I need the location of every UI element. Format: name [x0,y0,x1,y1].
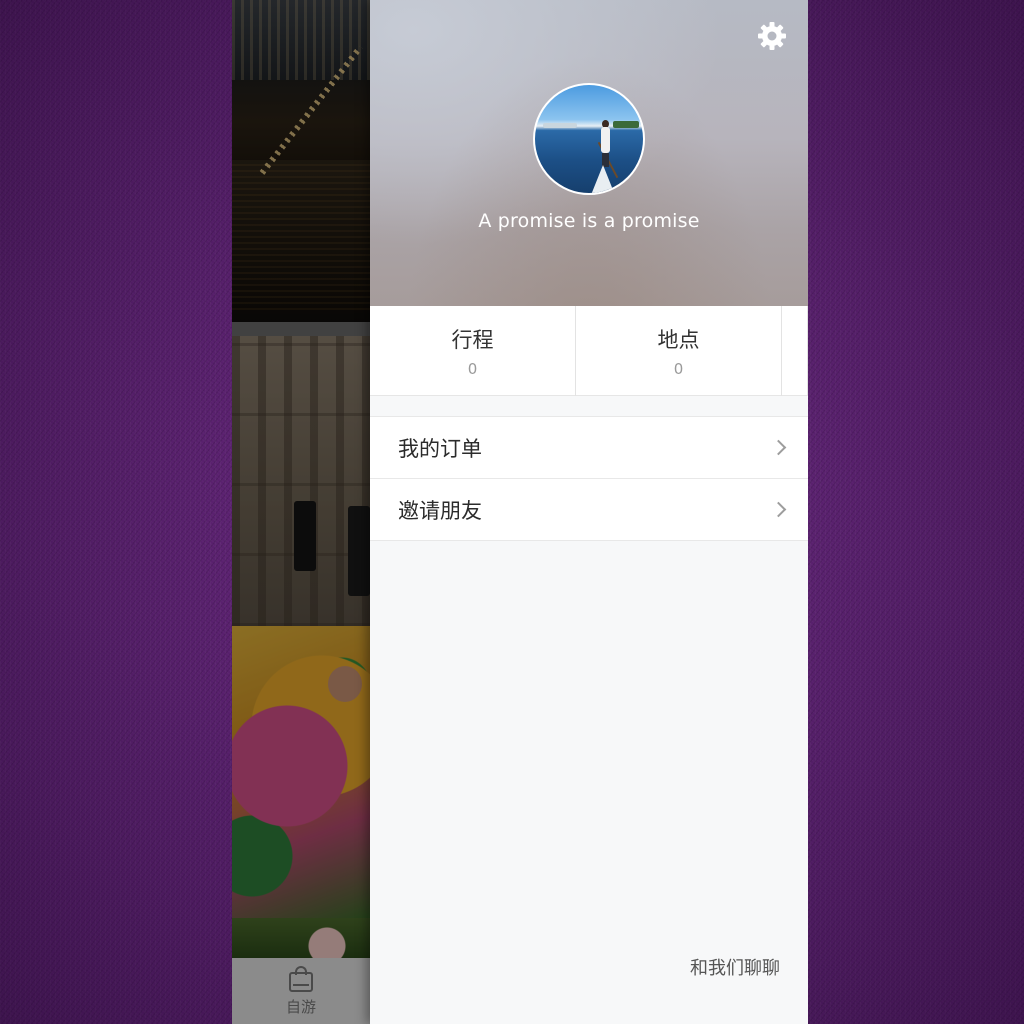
tab-label-ziyou[interactable]: 自游 [286,996,316,1017]
chevron-right-icon [770,501,787,518]
stat-value: 0 [673,360,684,378]
stat-label: 行程 [451,328,494,352]
tab-bar: 自游 [232,958,370,1024]
avatar[interactable] [533,83,645,195]
gear-icon[interactable] [756,20,788,52]
phone-screen: 自游 A promise is a promise 行程 0 地点 0 我的订单… [232,0,808,1024]
stat-places[interactable]: 地点 0 [576,306,782,396]
bag-icon[interactable] [286,965,316,992]
stat-value: 0 [467,360,478,378]
menu-item-label: 我的订单 [398,436,482,461]
profile-header: A promise is a promise [370,0,808,306]
stat-more[interactable] [782,306,808,396]
drawer-menu: 我的订单 邀请朋友 [370,416,808,541]
menu-item-invite-friends[interactable]: 邀请朋友 [370,479,808,541]
drawer-overlay[interactable] [232,0,370,958]
stat-label: 地点 [657,328,700,352]
chat-with-us-link[interactable]: 和我们聊聊 [690,954,780,980]
stats-bar: 行程 0 地点 0 [370,306,808,396]
stat-trips[interactable]: 行程 0 [370,306,576,396]
background-feed: 自游 [232,0,370,1024]
side-drawer: A promise is a promise 行程 0 地点 0 我的订单 邀请… [370,0,808,1024]
menu-item-my-orders[interactable]: 我的订单 [370,417,808,479]
menu-item-label: 邀请朋友 [398,498,482,523]
chevron-right-icon [770,439,787,456]
profile-tagline: A promise is a promise [478,210,700,232]
